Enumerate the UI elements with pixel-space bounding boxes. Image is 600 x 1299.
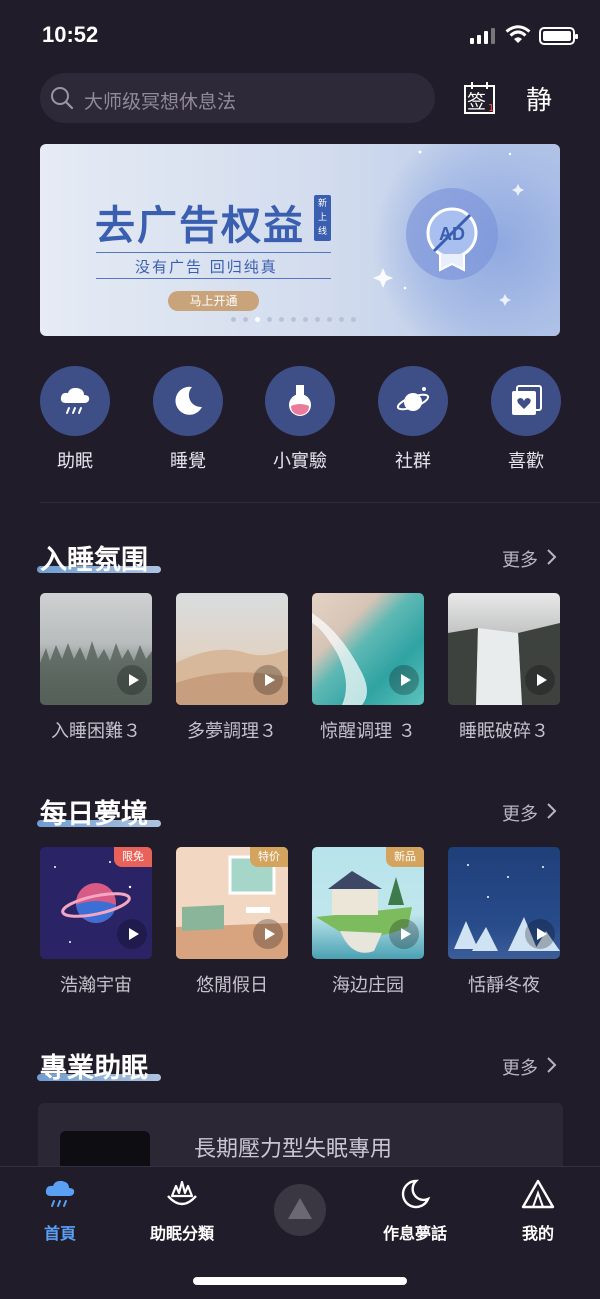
tab-label: 首頁: [43, 1224, 76, 1243]
tab-home[interactable]: 首頁: [15, 1178, 105, 1244]
home-indicator[interactable]: [193, 1277, 407, 1285]
tag-badge: 新品: [386, 847, 424, 867]
triangle-play-icon: [288, 1198, 312, 1219]
sign-in-button[interactable]: 签 1: [463, 81, 497, 115]
tag-badge: 特价: [250, 847, 288, 867]
category-favorites[interactable]: 喜歡: [491, 366, 561, 473]
banner-title: 去广告权益: [95, 203, 305, 249]
tab-sleep-categories[interactable]: 助眠分類: [137, 1178, 227, 1244]
banner-subtitle: 没有广告 回归纯真: [135, 258, 278, 276]
pro-card-title: 長期壓力型失眠專用: [194, 1137, 393, 1162]
dream-card-1[interactable]: 限免: [40, 847, 152, 959]
pagination-dot: [255, 317, 260, 322]
pagination-dot: [243, 317, 248, 322]
flask-icon: [289, 385, 311, 416]
status-bar: 10:52: [0, 0, 600, 72]
play-icon[interactable]: [253, 665, 283, 695]
category-label: 小實驗: [273, 451, 327, 472]
card-label: 海边庄园: [332, 975, 404, 996]
sleep-card-3[interactable]: [312, 593, 424, 705]
search-bar[interactable]: 大师级冥想休息法: [40, 73, 435, 123]
pagination-dot: [231, 317, 236, 322]
play-icon[interactable]: [389, 665, 419, 695]
heart-photo-icon: [512, 385, 542, 415]
signal-icon: [470, 28, 495, 44]
moon-icon: [401, 1179, 431, 1209]
play-icon[interactable]: [525, 665, 555, 695]
dream-card-3[interactable]: 新品: [312, 847, 424, 959]
category-sleep-aid[interactable]: 助眠: [40, 366, 110, 473]
card-label: 睡眠破碎３: [459, 721, 549, 742]
category-label: 睡覺: [170, 451, 206, 472]
pagination-dot: [291, 317, 296, 322]
more-link-dream[interactable]: 更多: [502, 800, 538, 826]
lotus-icon: [167, 1180, 197, 1206]
section-title-sleep: 入睡氛围: [40, 545, 148, 576]
sign-badge: 1: [488, 103, 495, 114]
section-title-pro: 專業助眠: [40, 1053, 148, 1084]
play-icon[interactable]: [117, 665, 147, 695]
moon-icon: [175, 386, 202, 415]
section-divider: [40, 502, 600, 503]
sleep-card-4[interactable]: [448, 593, 560, 705]
ad-free-badge-icon: AD: [406, 188, 498, 280]
status-time: 10:52: [42, 22, 99, 47]
category-community[interactable]: 社群: [378, 366, 448, 473]
play-icon[interactable]: [253, 919, 283, 949]
tab-routine[interactable]: 作息夢話: [370, 1178, 460, 1244]
category-label: 喜歡: [508, 451, 544, 472]
pagination-dot: [327, 317, 332, 322]
tent-icon: [521, 1179, 555, 1209]
card-label: 惊醒调理 ３: [320, 721, 416, 742]
tab-profile[interactable]: 我的: [493, 1178, 583, 1244]
pagination-dot: [279, 317, 284, 322]
play-icon[interactable]: [525, 919, 555, 949]
tab-label: 作息夢話: [382, 1224, 447, 1243]
dream-card-4[interactable]: [448, 847, 560, 959]
play-icon[interactable]: [389, 919, 419, 949]
play-icon[interactable]: [117, 919, 147, 949]
sleep-card-1[interactable]: [40, 593, 152, 705]
search-placeholder: 大师级冥想休息法: [84, 91, 237, 113]
category-label: 助眠: [57, 451, 93, 472]
quiet-mode-button[interactable]: 静: [526, 80, 552, 117]
banner-new-tag: 新上线: [314, 195, 331, 241]
card-label: 恬靜冬夜: [468, 975, 540, 996]
pagination-dot: [339, 317, 344, 322]
tab-label: 助眠分類: [149, 1224, 214, 1243]
sign-label: 签: [467, 91, 487, 113]
pagination-dot: [315, 317, 320, 322]
rain-cloud-icon: [60, 387, 90, 414]
chevron-right-icon[interactable]: [545, 802, 557, 820]
wifi-icon: [505, 25, 531, 43]
pagination-dot: [351, 317, 356, 322]
card-label: 多夢調理３: [187, 721, 277, 742]
card-label: 入睡困難３: [51, 721, 141, 742]
category-label: 社群: [395, 451, 431, 472]
search-icon: [51, 87, 74, 110]
card-label: 悠閒假日: [196, 975, 268, 996]
more-link-pro[interactable]: 更多: [502, 1054, 538, 1080]
play-center-button[interactable]: [274, 1184, 326, 1236]
banner-open-button[interactable]: 马上开通: [168, 291, 259, 311]
pagination-dot: [303, 317, 308, 322]
sleep-card-2[interactable]: [176, 593, 288, 705]
tag-badge: 限免: [114, 847, 152, 867]
pagination-dot: [267, 317, 272, 322]
tab-label: 我的: [521, 1224, 554, 1243]
rain-cloud-icon: [45, 1180, 75, 1207]
category-sleep[interactable]: 睡覺: [153, 366, 223, 473]
card-label: 浩瀚宇宙: [60, 975, 132, 996]
category-experiment[interactable]: 小實驗: [265, 366, 335, 473]
chevron-right-icon[interactable]: [545, 1056, 557, 1074]
dream-card-2[interactable]: 特价: [176, 847, 288, 959]
planet-icon: [396, 387, 430, 411]
battery-icon: [539, 27, 578, 45]
more-link-sleep[interactable]: 更多: [502, 546, 538, 572]
section-title-dream: 每日夢境: [40, 799, 148, 830]
chevron-right-icon[interactable]: [545, 548, 557, 566]
